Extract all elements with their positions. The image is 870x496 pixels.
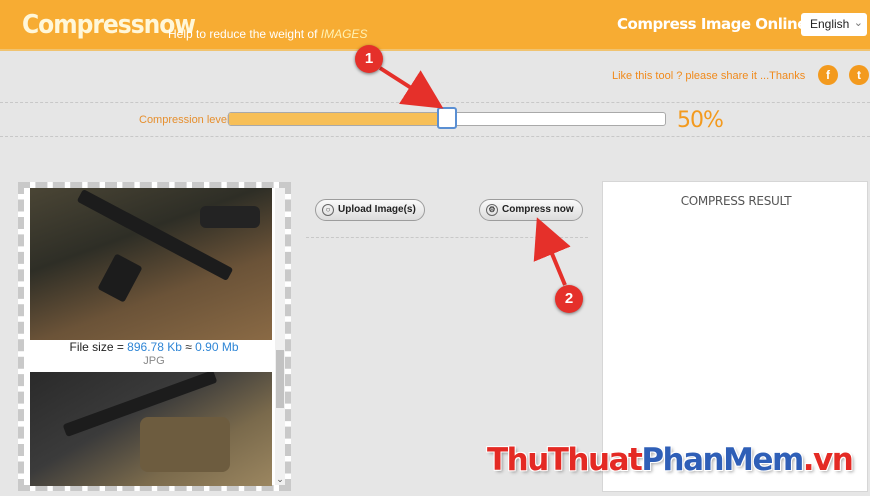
scroll-down-icon[interactable]: ⌄: [275, 474, 285, 485]
rifle-shape: [76, 188, 234, 282]
image-list-panel: File size = 896.78 Kb ≈ 0.90 Mb JPG ⌄: [18, 182, 291, 491]
watermark-part2: PhanMem: [641, 442, 804, 478]
language-select[interactable]: English ⌄: [801, 13, 867, 36]
upload-icon: ○: [322, 204, 334, 216]
step-badge-1: 1: [355, 45, 383, 73]
language-value: English: [810, 17, 850, 31]
facebook-icon[interactable]: f: [818, 65, 838, 85]
slider-fill: [229, 113, 447, 125]
tagline-emphasis: IMAGES: [320, 27, 368, 41]
vest-shape: [140, 417, 230, 472]
watermark-part1: ThuThuat: [487, 442, 643, 478]
result-title: COMPRESS RESULT: [680, 194, 792, 208]
slider-label: Compression level: [139, 114, 230, 126]
upload-label: Upload Image(s): [338, 204, 416, 215]
rifle-grip-shape: [97, 253, 143, 303]
file-size-mb: 0.90 Mb: [195, 340, 239, 354]
arrow-to-compress: [533, 217, 571, 286]
action-panel: ○ Upload Image(s) ⚙ Compress now: [306, 184, 588, 238]
page-title: Compress Image Online: [617, 15, 807, 33]
file-size-text: File size = 896.78 Kb ≈ 0.90 Mb: [24, 340, 284, 354]
approx-sign: ≈: [181, 340, 196, 354]
slider-thumb[interactable]: [437, 107, 457, 129]
site-watermark: ThuThuatPhanMem.vn: [487, 442, 854, 478]
file-size-kb: 896.78 Kb: [127, 340, 182, 354]
gear-icon: ⚙: [486, 204, 498, 216]
watermark-part3: .vn: [802, 442, 854, 478]
scrollbar[interactable]: ⌄: [275, 188, 285, 485]
compress-now-button[interactable]: ⚙ Compress now: [479, 199, 583, 221]
tagline: Help to reduce the weight of IMAGES: [168, 27, 367, 41]
compress-label: Compress now: [502, 204, 574, 215]
header-bar: Compressnow Help to reduce the weight of…: [0, 0, 870, 51]
share-row: Like this tool ? please share it ...Than…: [0, 51, 870, 103]
twitter-icon[interactable]: t: [849, 65, 869, 85]
compression-percent: 50%: [677, 108, 724, 133]
file-format: JPG: [143, 355, 165, 367]
image-thumbnail[interactable]: [30, 372, 272, 486]
share-text: Like this tool ? please share it ...Than…: [612, 70, 806, 82]
upload-images-button[interactable]: ○ Upload Image(s): [315, 199, 425, 221]
magazine-shape: [200, 206, 260, 228]
chevron-down-icon: ⌄: [853, 17, 863, 29]
scrollbar-thumb[interactable]: [276, 350, 284, 408]
step-badge-2: 2: [555, 285, 583, 313]
compression-slider-row: Compression level 50%: [0, 103, 870, 137]
image-thumbnail[interactable]: [30, 188, 272, 340]
tagline-text: Help to reduce the weight of: [168, 27, 321, 41]
file-size-label: File size =: [69, 340, 128, 354]
